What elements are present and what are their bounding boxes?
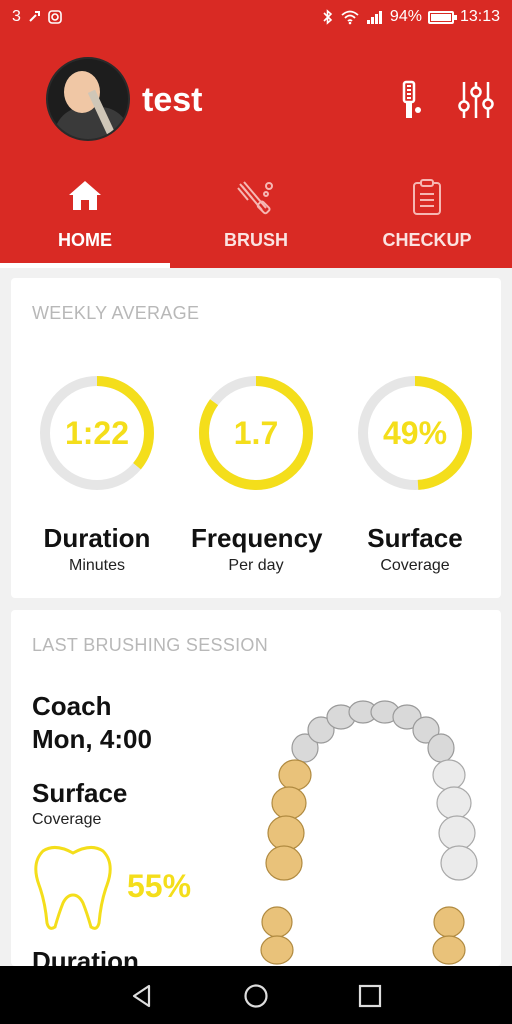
avatar[interactable] bbox=[46, 57, 130, 141]
bluetooth-icon bbox=[323, 9, 333, 25]
status-bar: 3 94% 13:13 bbox=[0, 0, 512, 34]
surface-value: 55% bbox=[127, 868, 192, 904]
metric-sub: Minutes bbox=[68, 557, 126, 574]
card-title: LAST BRUSHING SESSION bbox=[32, 635, 269, 655]
notification-count: 3 bbox=[12, 8, 21, 25]
metric-sub: Per day bbox=[228, 557, 284, 574]
clock: 13:13 bbox=[459, 8, 500, 25]
session-time: Mon, 4:00 bbox=[32, 724, 152, 754]
tooth-icon bbox=[34, 846, 112, 930]
metric-frequency[interactable]: 1.7 Frequency Per day bbox=[191, 373, 323, 575]
last-session-card[interactable]: LAST BRUSHING SESSION Coach Mon, 4:00 Su… bbox=[11, 610, 501, 966]
metric-sub: Coverage bbox=[380, 557, 450, 574]
surface-sub: Coverage bbox=[32, 811, 102, 828]
metric-name: Surface bbox=[367, 523, 463, 553]
metric-value: 49% bbox=[382, 415, 448, 451]
settings-sliders-icon[interactable] bbox=[458, 80, 494, 120]
metric-name: Frequency bbox=[191, 523, 323, 553]
back-icon[interactable] bbox=[128, 982, 156, 1010]
recents-icon[interactable] bbox=[356, 982, 384, 1010]
home-icon bbox=[69, 181, 101, 210]
card-title: WEEKLY AVERAGE bbox=[32, 303, 200, 323]
home-circle-icon[interactable] bbox=[242, 982, 270, 1010]
metric-value: 1.7 bbox=[233, 415, 279, 451]
metric-value: 1:22 bbox=[64, 415, 130, 451]
brush-icon bbox=[237, 181, 273, 215]
username: test bbox=[142, 81, 203, 119]
wifi-icon bbox=[341, 10, 359, 25]
tab-bar: HOME BRUSH CHECKUP bbox=[0, 174, 512, 268]
tab-home[interactable]: HOME bbox=[0, 174, 170, 268]
tab-checkup[interactable]: CHECKUP bbox=[342, 174, 512, 268]
duration-label: Duration bbox=[32, 946, 139, 966]
toothbrush-icon[interactable] bbox=[398, 80, 424, 122]
metric-name: Duration bbox=[43, 523, 151, 553]
teeth-diagram bbox=[260, 700, 478, 965]
signal-icon bbox=[366, 11, 382, 24]
tab-label: HOME bbox=[58, 230, 112, 250]
metric-duration[interactable]: 1:22 Duration Minutes bbox=[32, 373, 162, 575]
active-tab-indicator bbox=[0, 263, 170, 268]
app-header: test HOME BRUSH CHECKUP bbox=[0, 34, 512, 268]
tab-label: BRUSH bbox=[223, 230, 288, 250]
surface-label: Surface bbox=[32, 778, 128, 808]
tab-label: CHECKUP bbox=[382, 230, 472, 250]
metric-surface[interactable]: 49% Surface Coverage bbox=[350, 373, 480, 575]
wrench-icon bbox=[29, 11, 40, 22]
battery-percent: 94% bbox=[389, 8, 422, 25]
session-mode: Coach bbox=[32, 691, 112, 721]
battery-icon bbox=[427, 10, 457, 24]
instagram-icon bbox=[48, 10, 62, 24]
system-nav-bar bbox=[0, 966, 512, 1024]
clipboard-icon bbox=[413, 179, 441, 215]
weekly-average-card: WEEKLY AVERAGE 1:22 Duration Minutes 1.7… bbox=[11, 278, 501, 598]
tab-brush[interactable]: BRUSH bbox=[171, 174, 341, 268]
